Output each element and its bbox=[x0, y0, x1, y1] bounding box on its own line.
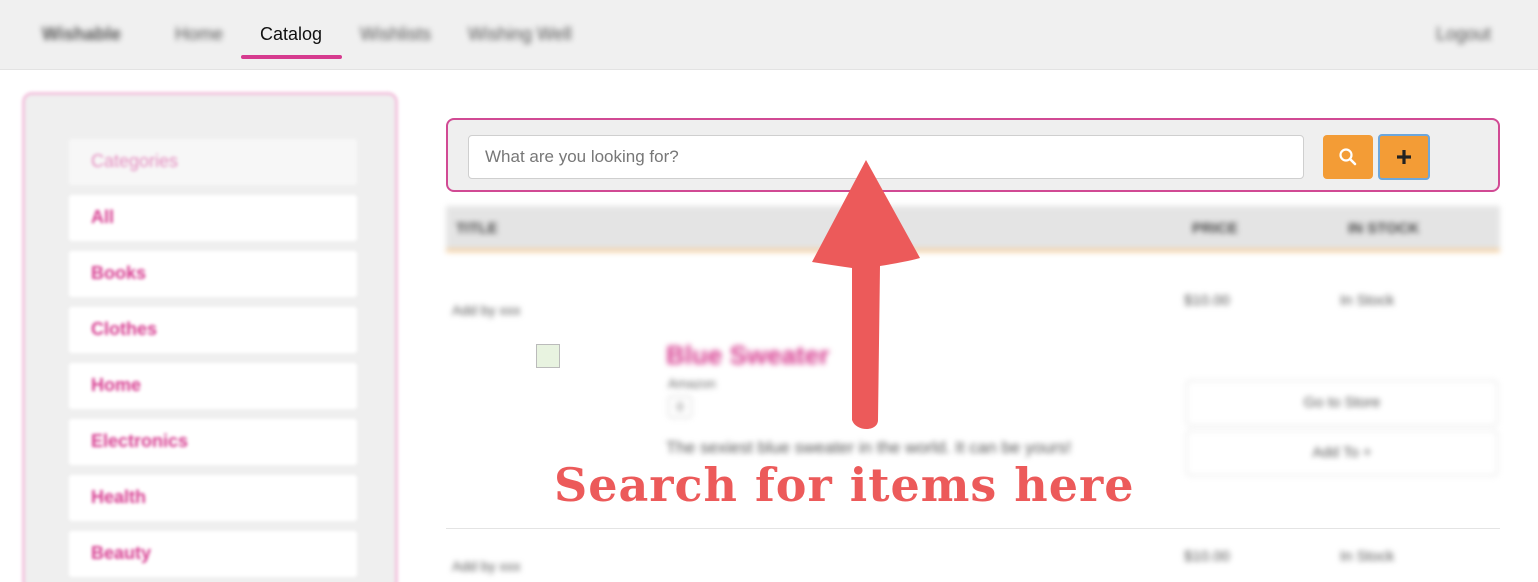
category-label: Clothes bbox=[91, 319, 158, 339]
column-header-stock[interactable]: IN STOCK bbox=[1348, 220, 1419, 237]
nav-active-indicator bbox=[241, 55, 342, 59]
category-label: Beauty bbox=[91, 543, 152, 563]
category-item-beauty[interactable]: Beauty bbox=[69, 531, 357, 577]
category-sidebar: Categories All Books Clothes Home Electr… bbox=[22, 92, 398, 582]
categories-heading-box: Categories bbox=[69, 139, 357, 185]
category-item-all[interactable]: All bbox=[69, 195, 357, 241]
column-header-price[interactable]: PRICE bbox=[1192, 220, 1238, 237]
added-by-label: Add by xxx bbox=[452, 558, 521, 574]
table-header: TITLE PRICE IN STOCK bbox=[446, 206, 1500, 252]
logout-link[interactable]: Logout bbox=[1436, 24, 1491, 45]
category-item-health[interactable]: Health bbox=[69, 475, 357, 521]
search-panel bbox=[446, 118, 1500, 192]
nav-wishing-well[interactable]: Wishing Well bbox=[468, 24, 572, 45]
add-item-button[interactable] bbox=[1378, 134, 1430, 180]
category-label: Health bbox=[91, 487, 147, 507]
category-item-books[interactable]: Books bbox=[69, 251, 357, 297]
column-header-title[interactable]: TITLE bbox=[456, 220, 498, 237]
item-stock-status: In Stock bbox=[1340, 292, 1395, 309]
annotation-caption: Search for items here bbox=[554, 458, 1135, 512]
brand-logo[interactable]: Wishable bbox=[42, 24, 121, 45]
item-price: $10.00 bbox=[1184, 548, 1230, 565]
category-label: Home bbox=[91, 375, 142, 395]
item-stock-status: In Stock bbox=[1340, 548, 1395, 565]
page: Wishable Home Catalog Wishlists Wishing … bbox=[0, 0, 1538, 582]
search-button[interactable] bbox=[1323, 135, 1373, 179]
nav-catalog[interactable]: Catalog bbox=[260, 24, 322, 45]
search-icon bbox=[1339, 148, 1357, 166]
add-to-wishlist-button[interactable]: Add To + bbox=[1186, 430, 1498, 476]
item-description: The sexiest blue sweater in the world. I… bbox=[666, 438, 1072, 457]
go-to-store-button[interactable]: Go to Store bbox=[1186, 380, 1498, 426]
category-item-electronics[interactable]: Electronics bbox=[69, 419, 357, 465]
category-label: Electronics bbox=[91, 431, 189, 451]
search-input[interactable] bbox=[468, 135, 1304, 179]
top-navbar: Wishable Home Catalog Wishlists Wishing … bbox=[0, 0, 1538, 70]
item-price: $10.00 bbox=[1184, 292, 1230, 309]
category-label: Books bbox=[91, 263, 147, 283]
category-item-clothes[interactable]: Clothes bbox=[69, 307, 357, 353]
item-store: Amazon bbox=[668, 376, 716, 391]
item-thumbnail[interactable] bbox=[536, 344, 560, 368]
nav-home[interactable]: Home bbox=[175, 24, 223, 45]
nav-wishlists[interactable]: Wishlists bbox=[360, 24, 431, 45]
row-divider bbox=[446, 528, 1500, 529]
item-title-link[interactable]: Blue Sweater bbox=[666, 340, 829, 371]
category-item-home[interactable]: Home bbox=[69, 363, 357, 409]
added-by-label: Add by xxx bbox=[452, 302, 521, 318]
category-label: All bbox=[91, 207, 115, 227]
categories-heading: Categories bbox=[91, 151, 179, 171]
item-qty: 0 bbox=[668, 396, 692, 418]
plus-icon bbox=[1397, 150, 1411, 164]
